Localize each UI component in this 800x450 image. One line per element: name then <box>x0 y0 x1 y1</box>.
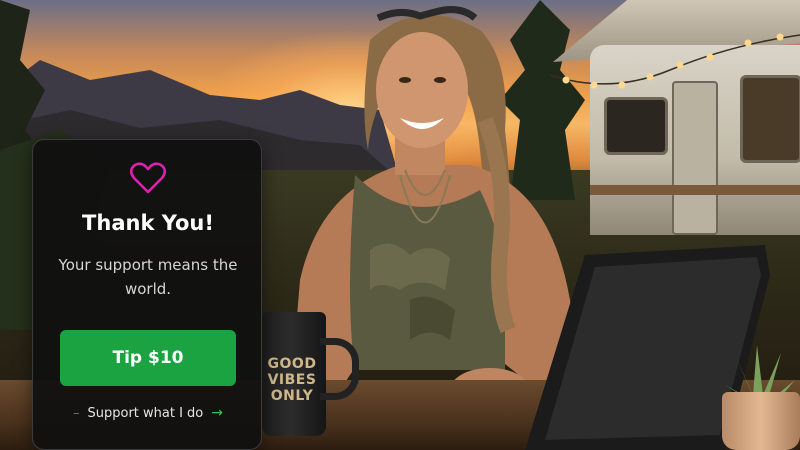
rv-window <box>604 97 668 155</box>
rv-door <box>672 81 718 235</box>
plant-pot <box>722 392 800 450</box>
mug-text: GOOD VIBES ONLY <box>267 356 317 404</box>
tip-card: Thank You! Your support means the world.… <box>32 139 262 450</box>
mug-handle <box>320 338 359 400</box>
card-subtitle: Your support means the world. <box>58 256 238 298</box>
dash-icon: – <box>73 405 80 421</box>
support-link-label: Support what I do <box>87 405 204 421</box>
tip-button[interactable]: Tip $10 <box>60 330 236 386</box>
rv-stripe <box>590 185 800 195</box>
support-link[interactable]: – Support what I do → <box>33 405 263 421</box>
card-title: Thank You! <box>82 211 214 235</box>
arrow-right-icon: → <box>211 405 223 421</box>
heart-outline-icon <box>130 162 166 194</box>
